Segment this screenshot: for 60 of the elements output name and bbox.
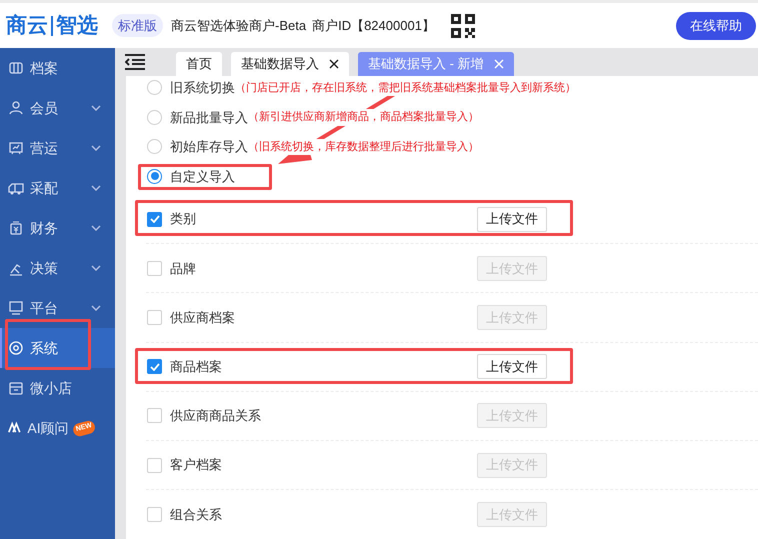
archive-icon xyxy=(8,60,24,76)
checkbox[interactable] xyxy=(147,212,162,227)
logo-divider xyxy=(51,16,53,36)
radio-label: 初始库存导入 xyxy=(170,138,248,156)
sidebar-item[interactable]: 决策 xyxy=(0,248,115,288)
sidebar-item[interactable]: 系统 xyxy=(0,328,115,368)
item-label: 商品档案 xyxy=(170,358,222,376)
chevron-down-icon xyxy=(91,265,101,271)
settings-icon xyxy=(8,340,24,356)
sidebar-item[interactable]: 营运 xyxy=(0,128,115,168)
radio-label: 旧系统切换 xyxy=(170,79,235,97)
upload-file-button[interactable]: 上传文件 xyxy=(477,206,547,232)
qr-code-icon[interactable] xyxy=(450,14,475,38)
logo-text: 商云 xyxy=(6,12,48,39)
board-icon xyxy=(8,140,24,156)
sidebar-item[interactable]: 采配 xyxy=(0,168,115,208)
checkbox[interactable] xyxy=(147,458,162,473)
menu-icon[interactable] xyxy=(125,54,145,70)
shop-icon xyxy=(8,380,24,396)
checkbox[interactable] xyxy=(147,408,162,424)
checkbox[interactable] xyxy=(147,507,162,522)
merchant-name: 商云智选体验商户-Beta xyxy=(171,16,306,35)
item-label: 供应商档案 xyxy=(170,308,235,327)
chevron-down-icon xyxy=(91,305,101,311)
logo-text: 智选 xyxy=(56,12,98,39)
radio-label: 自定义导入 xyxy=(170,168,235,186)
merchant-id: 商户ID【82400001】 xyxy=(312,16,435,35)
chevron-down-icon xyxy=(91,185,101,191)
item-label: 类别 xyxy=(170,210,196,228)
sidebar-item[interactable]: 平台 xyxy=(0,288,115,328)
checkbox[interactable] xyxy=(147,260,162,276)
tab[interactable]: 基础数据导入 - 新增 xyxy=(358,52,514,76)
radio-button[interactable] xyxy=(147,110,162,125)
item-label: 组合关系 xyxy=(170,506,222,524)
sidebar-item[interactable]: 会员 xyxy=(0,88,115,128)
radio-button[interactable] xyxy=(147,80,162,96)
item-label: 供应商商品关系 xyxy=(170,407,261,426)
tab[interactable]: 基础数据导入 xyxy=(231,52,349,76)
selection-indicator xyxy=(0,328,2,368)
sidebar-item[interactable]: 财务 xyxy=(0,208,115,248)
chevron-down-icon xyxy=(91,145,101,151)
radio-button[interactable] xyxy=(147,168,162,184)
chevron-down-icon xyxy=(91,105,101,111)
upload-file-button[interactable]: 上传文件 xyxy=(477,354,547,380)
edition-badge: 标准版 xyxy=(112,14,163,38)
item-label: 品牌 xyxy=(170,260,196,278)
item-label: 客户档案 xyxy=(170,456,222,474)
money-icon xyxy=(8,220,24,236)
close-icon[interactable] xyxy=(329,59,339,69)
sidebar-item[interactable]: 微小店 xyxy=(0,368,115,408)
monitor-icon xyxy=(8,300,24,316)
checkbox[interactable] xyxy=(147,310,162,325)
user-icon xyxy=(8,100,24,116)
radio-label: 新品批量导入 xyxy=(170,108,248,126)
checkbox[interactable] xyxy=(147,359,162,374)
sidebar-item[interactable]: 档案 xyxy=(0,48,115,88)
radio-button[interactable] xyxy=(147,139,162,154)
tab[interactable]: 首页 xyxy=(176,52,222,76)
chevron-down-icon xyxy=(91,225,101,231)
help-button[interactable]: 在线帮助 xyxy=(676,12,756,40)
